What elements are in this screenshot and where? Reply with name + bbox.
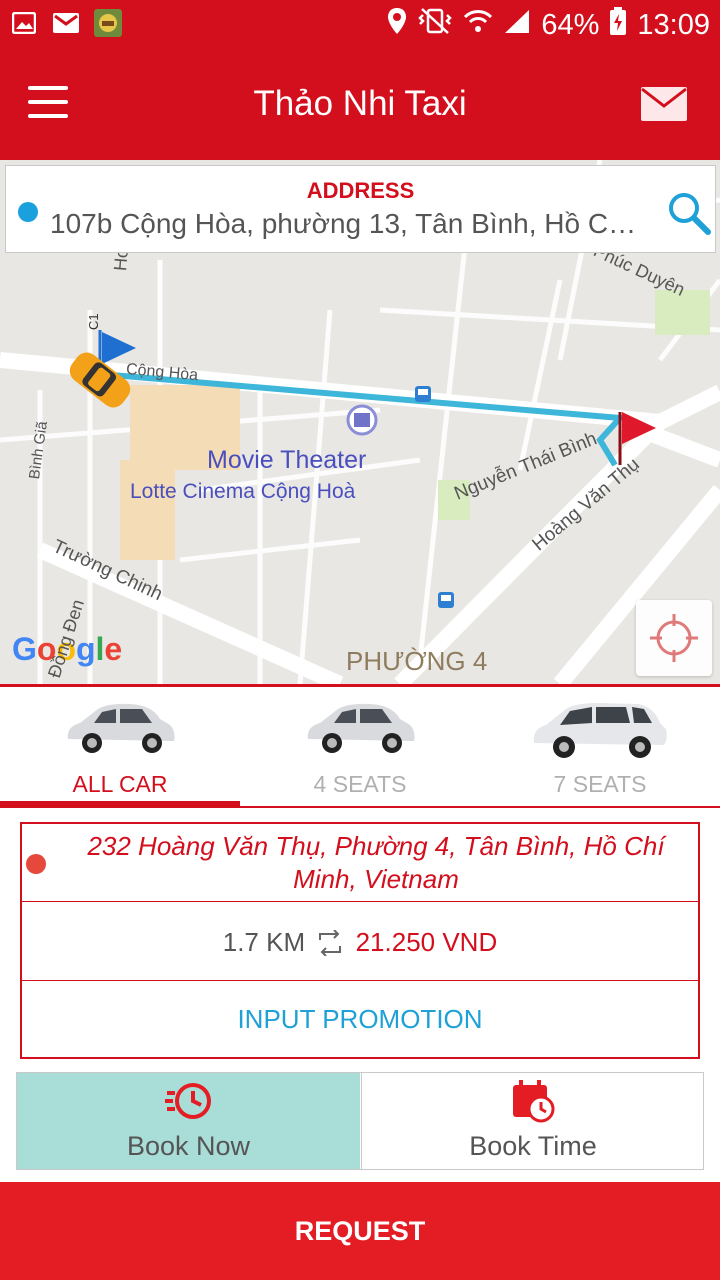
swap-arrows-icon — [316, 929, 344, 957]
map-poi-title: Movie Theater — [207, 446, 367, 474]
gmail-icon — [50, 8, 82, 38]
trip-info-panel: 232 Hoàng Văn Thụ, Phường 4, Tân Bình, H… — [20, 822, 700, 1059]
tab-7-seats[interactable]: 7 SEATS — [480, 687, 720, 805]
trip-distance: 1.7 KM — [222, 927, 306, 957]
booking-options: Book Now Book Time — [16, 1072, 704, 1170]
tab-4-seats-label: 4 SEATS — [313, 771, 407, 797]
status-bar: 64% 13:09 — [0, 0, 720, 48]
destination-row[interactable]: 232 Hoàng Văn Thụ, Phường 4, Tân Bình, H… — [22, 824, 698, 902]
pickup-address-input[interactable]: 107b Cộng Hòa, phường 13, Tân Bình, Hồ C… — [50, 208, 650, 240]
pickup-dot-icon — [18, 202, 38, 222]
location-icon — [387, 7, 407, 43]
hatchback-car-icon — [307, 703, 415, 753]
car-type-tabs: ALL CAR 4 SEATS 7 SEATS — [0, 687, 720, 807]
mpv-car-icon — [533, 703, 667, 758]
tab-all-car[interactable]: ALL CAR — [0, 687, 240, 806]
battery-percent: 64% — [541, 8, 600, 41]
clock: 13:09 — [637, 8, 710, 41]
hatchback-car-icon — [67, 703, 175, 753]
destination-dot-icon — [26, 854, 46, 874]
pickup-address-card[interactable]: ADDRESS 107b Cộng Hòa, phường 13, Tân Bì… — [5, 165, 716, 253]
mail-icon[interactable] — [640, 86, 688, 122]
fare-row: 1.7 KM 21.250 VND — [22, 903, 698, 981]
signal-icon — [503, 8, 531, 42]
tab-7-seats-label: 7 SEATS — [553, 771, 647, 797]
map-label-ward: PHƯỜNG 4 — [346, 646, 488, 676]
map-label-c1: C1 — [86, 313, 101, 330]
book-time-label: Book Time — [469, 1131, 597, 1161]
battery-charging-icon — [609, 6, 627, 44]
search-icon[interactable] — [666, 190, 712, 236]
book-time-option[interactable]: Book Time — [361, 1073, 704, 1169]
map-poi-subtitle: Lotte Cinema Cộng Hoà — [130, 480, 356, 503]
promotion-row[interactable]: INPUT PROMOTION — [22, 982, 698, 1059]
book-now-option[interactable]: Book Now — [17, 1073, 360, 1169]
image-icon — [8, 8, 40, 38]
input-promotion-button[interactable]: INPUT PROMOTION — [22, 1004, 698, 1035]
address-label: ADDRESS — [306, 178, 415, 203]
book-now-label: Book Now — [126, 1131, 251, 1161]
tabs-divider — [0, 806, 720, 808]
vibrate-icon — [417, 7, 453, 43]
my-location-button[interactable] — [636, 600, 712, 676]
request-button[interactable]: REQUEST — [0, 1182, 720, 1280]
calendar-clock-icon — [509, 1079, 557, 1123]
destination-address: 232 Hoàng Văn Thụ, Phường 4, Tân Bình, H… — [87, 831, 665, 894]
app-screen: 64% 13:09 Thảo Nhi Taxi Google Cộng Hòa … — [0, 0, 720, 1280]
trip-price: 21.250 VND — [355, 927, 498, 957]
tab-4-seats[interactable]: 4 SEATS — [240, 687, 480, 805]
app-bar: Thảo Nhi Taxi — [0, 48, 720, 160]
wifi-icon — [463, 8, 493, 42]
tab-all-car-label: ALL CAR — [72, 771, 168, 797]
app-badge-icon — [92, 8, 124, 38]
page-title: Thảo Nhi Taxi — [253, 84, 467, 123]
fast-clock-icon — [164, 1079, 213, 1123]
crosshair-icon — [650, 614, 698, 662]
